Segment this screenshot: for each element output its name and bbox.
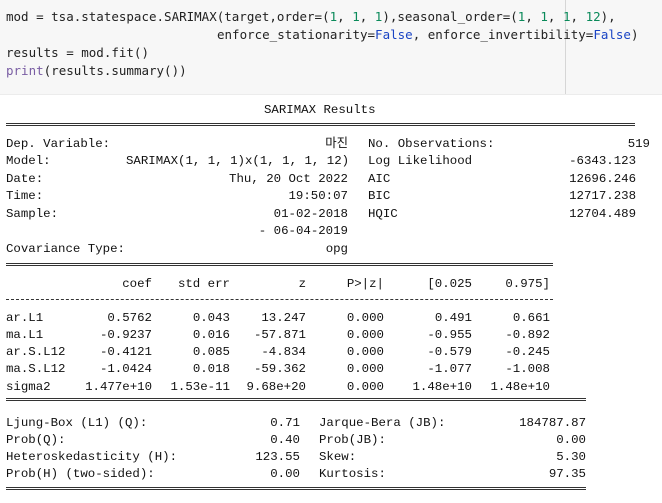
prob-q-value: 0.40: [270, 433, 300, 447]
cell: 0.491: [434, 311, 472, 325]
jarque-bera-value: 184787.87: [519, 416, 586, 430]
cell: -0.245: [505, 345, 550, 359]
cell: 9.68e+20: [246, 380, 307, 394]
bic-value: 12717.238: [569, 189, 636, 203]
prob-h-label: Prob(H) (two-sided):: [6, 467, 155, 481]
sample-label: Sample:: [6, 207, 59, 221]
cell: 0.5762: [107, 311, 152, 325]
model-label: Model:: [6, 154, 51, 168]
top-separator: [6, 123, 635, 126]
cell: 0.661: [512, 311, 550, 325]
cell: 0.043: [192, 311, 230, 325]
prob-q-label: Prob(Q):: [6, 433, 66, 447]
cell: 13.247: [261, 311, 306, 325]
cell: 0.000: [346, 345, 384, 359]
diag-separator: [6, 398, 586, 401]
ljung-box-label: Ljung-Box (L1) (Q):: [6, 416, 148, 430]
code-cell[interactable]: mod = tsa.statespace.SARIMAX(target,orde…: [0, 0, 662, 95]
cell: -0.4121: [99, 345, 152, 359]
table-dash-line: [6, 299, 553, 300]
kurtosis-label: Kurtosis:: [319, 467, 386, 481]
code-line-3: results = mod.fit(): [6, 45, 149, 60]
code-line-4: print(results.summary()): [6, 63, 187, 78]
model-value: SARIMAX(1, 1, 1)x(1, 1, 1, 12): [126, 154, 350, 168]
heteroskedasticity-label: Heteroskedasticity (H):: [6, 450, 178, 464]
row-name: sigma2: [6, 380, 51, 394]
date-value: Thu, 20 Oct 2022: [229, 172, 348, 186]
hqic-value: 12704.489: [569, 207, 636, 221]
cell: -59.362: [253, 362, 306, 376]
row-name: ma.S.L12: [6, 362, 66, 376]
cell: 0.000: [346, 328, 384, 342]
covariance-value: opg: [325, 242, 348, 256]
prob-h-value: 0.00: [270, 467, 300, 481]
sample-start: 01-02-2018: [273, 207, 348, 221]
cell: 0.016: [192, 328, 230, 342]
cell: -0.955: [427, 328, 472, 342]
skew-value: 5.30: [556, 450, 586, 464]
bottom-separator: [6, 487, 586, 490]
covariance-label: Covariance Type:: [6, 242, 125, 256]
cell: 0.085: [192, 345, 230, 359]
cell: -1.008: [505, 362, 550, 376]
hqic-label: HQIC: [368, 207, 398, 221]
nobs-label: No. Observations:: [368, 137, 495, 151]
summary-title: SARIMAX Results: [264, 103, 376, 117]
cell: 1.48e+10: [412, 380, 473, 394]
jarque-bera-label: Jarque-Bera (JB):: [319, 416, 446, 430]
aic-value: 12696.246: [569, 172, 636, 186]
summary-output: SARIMAX Results Dep. Variable: 마진 Model:…: [6, 98, 656, 498]
cell: 1.53e-11: [170, 380, 231, 394]
cell: -0.9237: [99, 328, 152, 342]
cell: -4.834: [261, 345, 306, 359]
loglik-label: Log Likelihood: [368, 154, 473, 168]
col-ci-high: 0.975]: [505, 277, 550, 291]
cell: 1.48e+10: [490, 380, 551, 394]
cell: -1.0424: [99, 362, 152, 376]
prob-jb-value: 0.00: [556, 433, 586, 447]
prob-jb-label: Prob(JB):: [319, 433, 386, 447]
col-std-err: std err: [177, 277, 230, 291]
kurtosis-value: 97.35: [548, 467, 586, 481]
col-ci-low: [0.025: [427, 277, 472, 291]
time-value: 19:50:07: [288, 189, 349, 203]
nobs-value: 519: [627, 137, 650, 151]
cell: -0.892: [505, 328, 550, 342]
mid-separator: [6, 263, 553, 266]
cell: 0.000: [346, 311, 384, 325]
row-name: ar.S.L12: [6, 345, 66, 359]
cell: 1.477e+10: [85, 380, 152, 394]
cell: -0.579: [427, 345, 472, 359]
col-z: z: [298, 277, 306, 291]
dep-variable-value: 마진: [325, 137, 348, 151]
cell: 0.018: [192, 362, 230, 376]
heteroskedasticity-value: 123.55: [255, 450, 300, 464]
cell: -1.077: [427, 362, 472, 376]
cell: -57.871: [253, 328, 306, 342]
skew-label: Skew:: [319, 450, 357, 464]
col-coef: coef: [122, 277, 152, 291]
sample-end: - 06-04-2019: [258, 224, 348, 238]
row-name: ma.L1: [6, 328, 44, 342]
col-pvalue: P>|z|: [346, 277, 384, 291]
date-label: Date:: [6, 172, 44, 186]
time-label: Time:: [6, 189, 44, 203]
cell: 0.000: [346, 380, 384, 394]
bic-label: BIC: [368, 189, 391, 203]
loglik-value: -6343.123: [569, 154, 636, 168]
aic-label: AIC: [368, 172, 391, 186]
code-line-1: mod = tsa.statespace.SARIMAX(target,orde…: [6, 9, 616, 24]
row-name: ar.L1: [6, 311, 44, 325]
ljung-box-value: 0.71: [270, 416, 300, 430]
cell: 0.000: [346, 362, 384, 376]
code-line-2: enforce_stationarity=False, enforce_inve…: [217, 27, 639, 42]
dep-variable-label: Dep. Variable:: [6, 137, 111, 151]
